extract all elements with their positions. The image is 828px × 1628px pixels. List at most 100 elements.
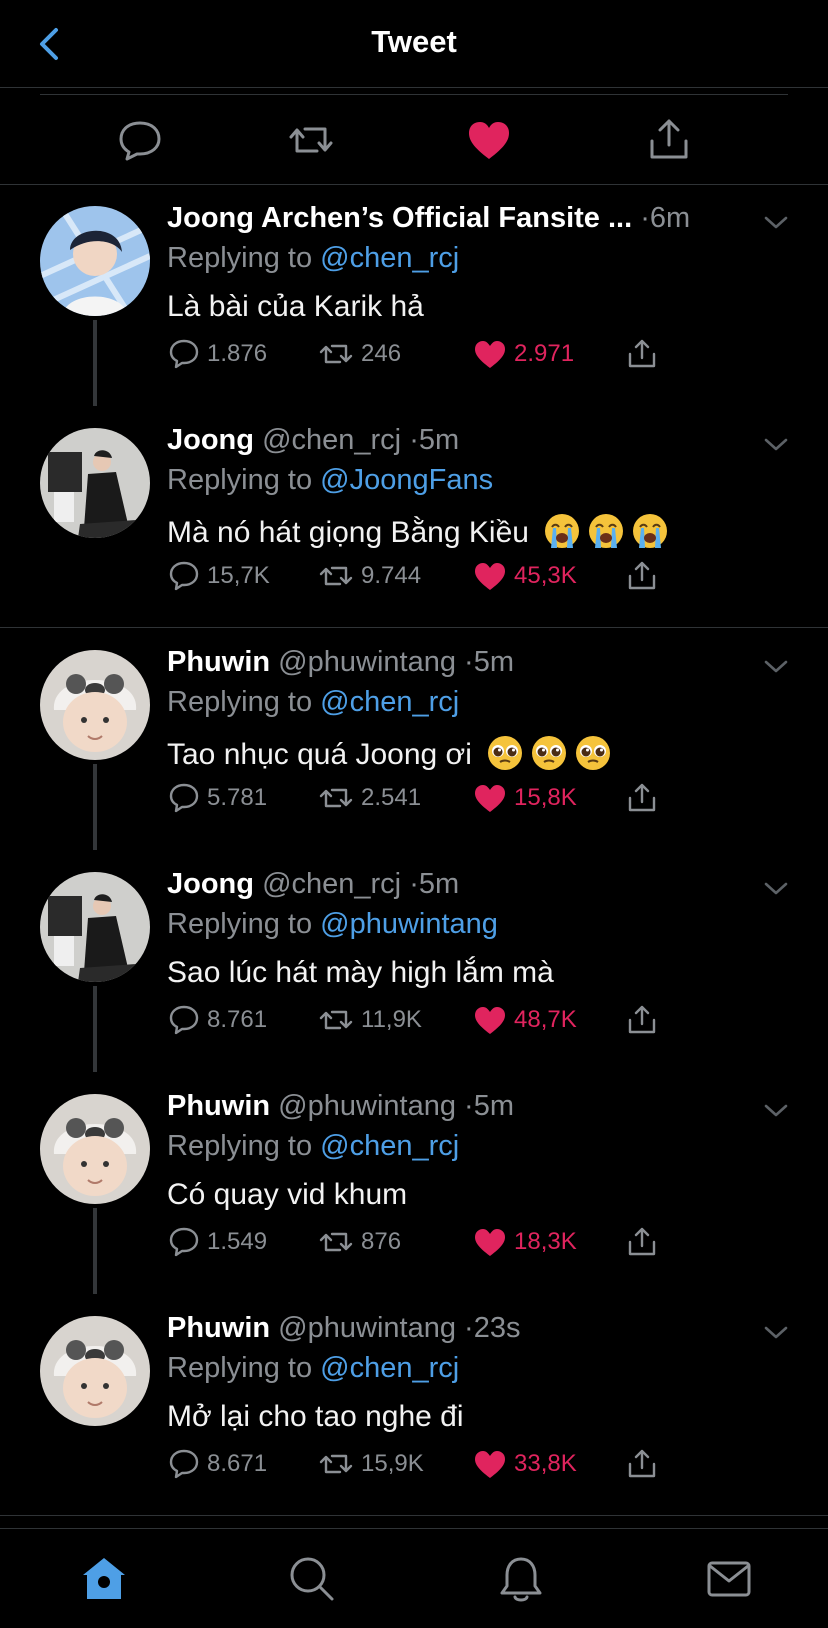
tab-search[interactable] xyxy=(286,1553,338,1605)
separator-dot: · xyxy=(464,1090,474,1122)
tweet-text-content: Tao nhục quá Joong ơi xyxy=(167,738,472,771)
retweet-count: 9.744 xyxy=(361,562,422,589)
author-name[interactable]: Joong Archen’s Official Fansite ... xyxy=(167,202,632,234)
home-icon xyxy=(83,1558,125,1599)
loudly-crying-face-icon xyxy=(633,514,668,548)
author-handle[interactable]: @phuwintang xyxy=(278,1312,456,1344)
retweet-button[interactable]: 9.744 xyxy=(317,556,421,596)
share-button[interactable] xyxy=(625,556,659,596)
like-button[interactable]: 33,8K xyxy=(472,1444,577,1484)
tweet-author-row: Phuwin @phuwintang ·5m xyxy=(167,646,747,679)
reply-tweet[interactable]: Joong @chen_rcj ·5m Replying to @JoongFan… xyxy=(0,406,828,628)
retweet-button[interactable]: 15,9K xyxy=(317,1444,424,1484)
avatar[interactable] xyxy=(40,872,150,982)
replying-to-mention[interactable]: @phuwintang xyxy=(320,908,498,940)
author-name[interactable]: Phuwin xyxy=(167,1090,270,1122)
tab-home[interactable] xyxy=(78,1553,130,1605)
reply-tweet[interactable]: Joong @chen_rcj ·5m Replying to @phuwinta… xyxy=(0,850,828,1072)
reply-button[interactable] xyxy=(114,115,166,165)
replying-to-mention[interactable]: @chen_rcj xyxy=(320,242,459,274)
chevron-down-icon xyxy=(764,1104,788,1117)
reply-button[interactable]: 8.761 xyxy=(167,1000,267,1040)
retweet-button[interactable]: 246 xyxy=(317,334,401,374)
tweet-actions: 8.671 15,9K 33,8K xyxy=(167,1444,687,1484)
share-button[interactable] xyxy=(625,778,659,818)
share-button[interactable] xyxy=(625,334,659,374)
like-button[interactable]: 18,3K xyxy=(472,1222,577,1262)
replying-to-label: Replying to xyxy=(167,686,313,718)
avatar[interactable] xyxy=(40,1094,150,1204)
reply-button[interactable]: 5.781 xyxy=(167,778,267,818)
tab-notifications[interactable] xyxy=(495,1553,547,1605)
chevron-down-icon xyxy=(764,438,788,451)
reply-button[interactable]: 1.876 xyxy=(167,334,267,374)
share-button[interactable] xyxy=(625,1444,659,1484)
author-name[interactable]: Joong xyxy=(167,868,254,900)
share-icon xyxy=(628,561,656,590)
replying-to-label: Replying to xyxy=(167,242,313,274)
thread-connector xyxy=(93,986,97,1072)
author-handle[interactable]: @phuwintang xyxy=(278,1090,456,1122)
tweet-author-row: Phuwin @phuwintang ·5m xyxy=(167,1090,747,1123)
like-count: 33,8K xyxy=(514,1450,577,1477)
reply-button[interactable]: 8.671 xyxy=(167,1444,267,1484)
reply-button[interactable]: 1.549 xyxy=(167,1222,267,1262)
replying-to-line: Replying to @chen_rcj xyxy=(167,1130,459,1163)
avatar[interactable] xyxy=(40,650,150,760)
like-button[interactable] xyxy=(463,115,515,165)
search-icon xyxy=(290,1557,334,1601)
chevron-down-icon xyxy=(764,216,788,229)
retweet-button[interactable]: 11,9K xyxy=(317,1000,422,1040)
reply-count: 8.671 xyxy=(207,1450,268,1477)
reply-tweet[interactable]: Joong Archen’s Official Fansite ... ·6m R… xyxy=(0,184,828,406)
reply-icon xyxy=(169,783,199,813)
share-button[interactable] xyxy=(643,115,695,165)
like-button[interactable]: 48,7K xyxy=(472,1000,577,1040)
author-handle[interactable]: @phuwintang xyxy=(278,646,456,678)
reply-tweet[interactable]: Phuwin @phuwintang ·5m Replying to @chen_… xyxy=(0,628,828,850)
loudly-crying-face-icon xyxy=(589,514,624,548)
reply-tweet[interactable]: Phuwin @phuwintang ·23s Replying to @chen… xyxy=(0,1294,828,1516)
like-button[interactable]: 45,3K xyxy=(472,556,577,596)
separator-dot: · xyxy=(640,202,650,234)
tweet-options-button[interactable] xyxy=(760,210,792,234)
retweet-button[interactable]: 876 xyxy=(317,1222,401,1262)
replying-to-mention[interactable]: @chen_rcj xyxy=(320,686,459,718)
like-button[interactable]: 15,8K xyxy=(472,778,577,818)
author-name[interactable]: Joong xyxy=(167,424,254,456)
thread-connector xyxy=(93,1208,97,1294)
like-count: 2.971 xyxy=(514,340,575,367)
liked-heart-icon xyxy=(475,1229,505,1256)
retweet-button[interactable] xyxy=(285,115,337,165)
tweet-text-content: Mà nó hát giọng Bằng Kiều xyxy=(167,516,529,549)
tweet-options-button[interactable] xyxy=(760,1098,792,1122)
author-name[interactable]: Phuwin xyxy=(167,1312,270,1344)
retweet-icon xyxy=(289,127,333,153)
share-button[interactable] xyxy=(625,1222,659,1262)
chevron-down-icon xyxy=(764,660,788,673)
reply-button[interactable]: 15,7K xyxy=(167,556,270,596)
avatar[interactable] xyxy=(40,428,150,538)
replying-to-mention[interactable]: @chen_rcj xyxy=(320,1130,459,1162)
tweet-text: Mở lại cho tao nghe đi xyxy=(167,1400,464,1434)
tweet-options-button[interactable] xyxy=(760,1320,792,1344)
replying-to-mention[interactable]: @chen_rcj xyxy=(320,1352,459,1384)
author-handle[interactable]: @chen_rcj xyxy=(262,868,401,900)
tweet-options-button[interactable] xyxy=(760,432,792,456)
retweet-icon xyxy=(319,344,353,364)
reply-tweet[interactable]: Phuwin @phuwintang ·5m Replying to @chen_… xyxy=(0,1072,828,1294)
tweet-options-button[interactable] xyxy=(760,876,792,900)
tweet-options-button[interactable] xyxy=(760,654,792,678)
tab-messages[interactable] xyxy=(703,1553,755,1605)
author-handle[interactable]: @chen_rcj xyxy=(262,424,401,456)
like-button[interactable]: 2.971 xyxy=(472,334,574,374)
tweet-actions: 1.549 876 18,3K xyxy=(167,1222,687,1262)
chevron-down-icon xyxy=(764,882,788,895)
retweet-button[interactable]: 2.541 xyxy=(317,778,421,818)
avatar[interactable] xyxy=(40,1316,150,1426)
separator-dot: · xyxy=(409,868,419,900)
replying-to-mention[interactable]: @JoongFans xyxy=(320,464,493,496)
share-button[interactable] xyxy=(625,1000,659,1040)
author-name[interactable]: Phuwin xyxy=(167,646,270,678)
avatar[interactable] xyxy=(40,206,150,316)
